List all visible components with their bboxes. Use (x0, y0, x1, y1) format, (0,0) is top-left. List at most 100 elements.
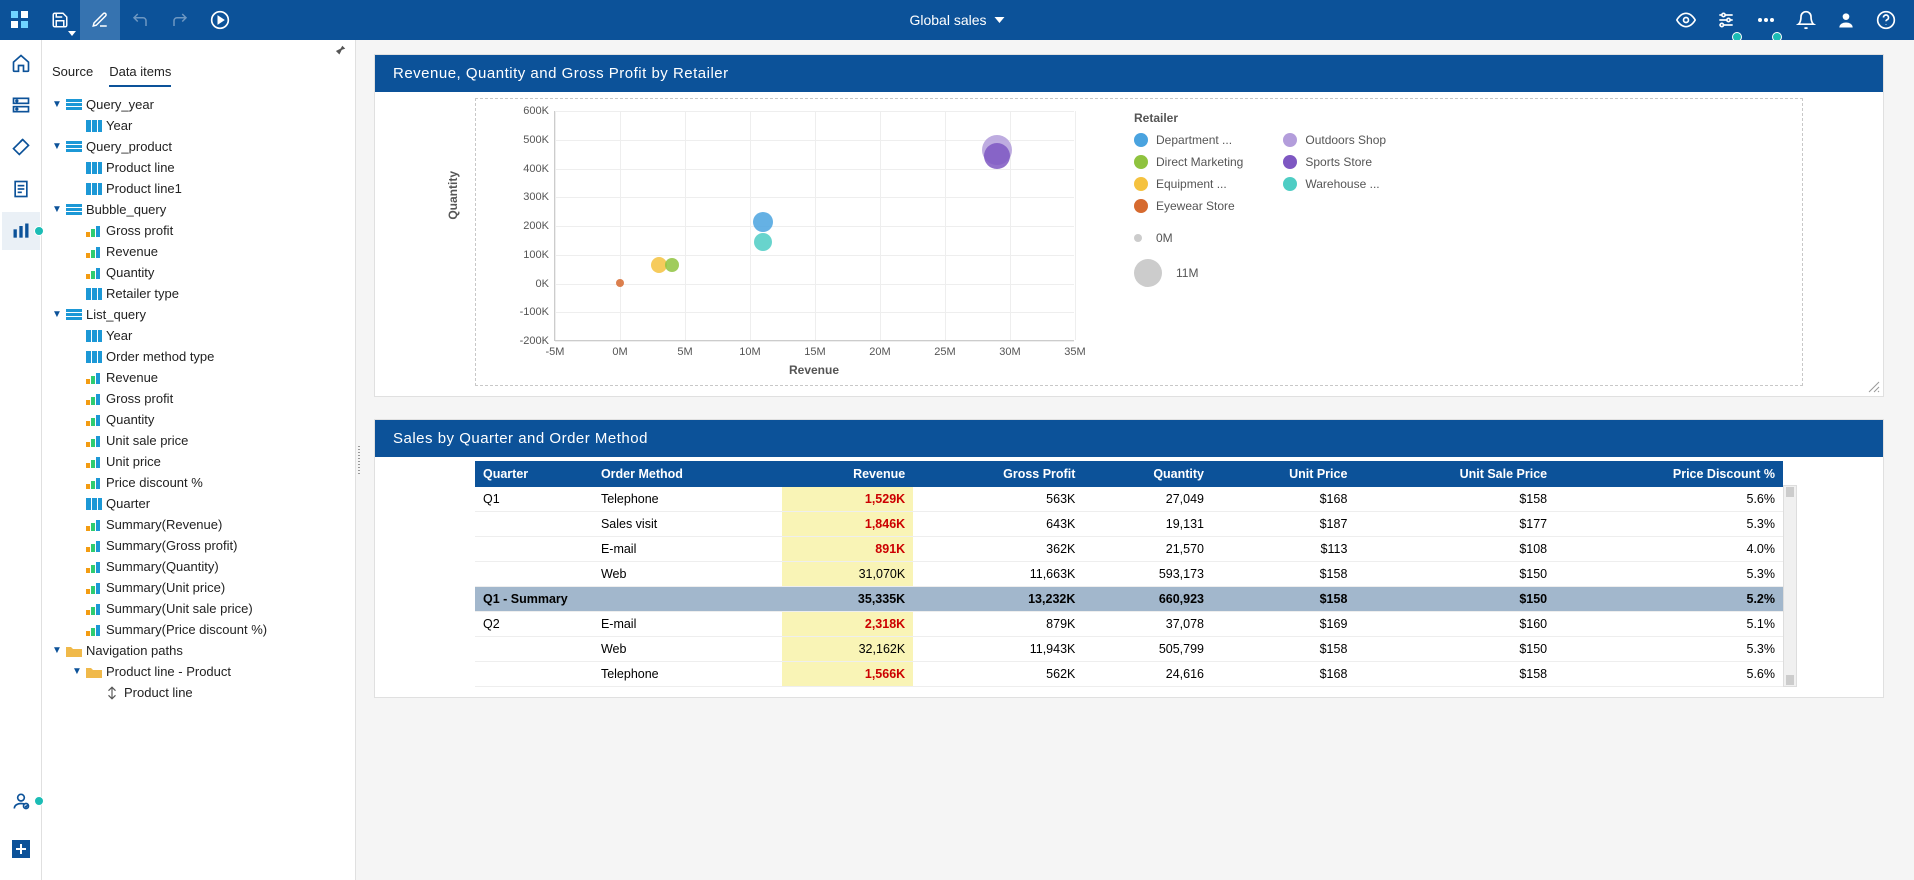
rail-add-icon[interactable] (2, 830, 40, 868)
tree-item[interactable]: Order method type (48, 346, 351, 367)
redo-button[interactable] (160, 0, 200, 40)
tree-item[interactable]: Quantity (48, 262, 351, 283)
chart-bubble[interactable] (753, 212, 773, 232)
tree-item[interactable]: Retailer type (48, 283, 351, 304)
tree-twisty[interactable] (70, 266, 84, 280)
tree-twisty[interactable] (70, 476, 84, 490)
legend-item[interactable]: Department ... (1134, 133, 1243, 147)
tree-twisty[interactable] (70, 455, 84, 469)
tree-twisty[interactable] (70, 119, 84, 133)
legend-item[interactable]: Warehouse ... (1283, 177, 1386, 191)
table-header[interactable]: Quarter (475, 461, 593, 487)
tree-item[interactable]: Unit price (48, 451, 351, 472)
table-scrollbar[interactable] (1783, 485, 1797, 687)
run-button[interactable] (200, 0, 240, 40)
tree-twisty[interactable] (70, 560, 84, 574)
tree-item[interactable]: Summary(Quantity) (48, 556, 351, 577)
tree-twisty[interactable] (70, 350, 84, 364)
preview-icon[interactable] (1666, 0, 1706, 40)
tree-twisty[interactable] (70, 602, 84, 616)
legend-item[interactable]: Outdoors Shop (1283, 133, 1386, 147)
tree-twisty[interactable] (70, 287, 84, 301)
tree-twisty[interactable] (70, 581, 84, 595)
tree-item[interactable]: Product line (48, 157, 351, 178)
app-launcher-icon[interactable] (0, 0, 40, 40)
table-header[interactable]: Unit Sale Price (1355, 461, 1555, 487)
chart-bubble[interactable] (984, 143, 1010, 169)
chart-body[interactable]: Quantity 600K500K400K300K200K100K0K-100K… (375, 92, 1883, 396)
rail-pages-icon[interactable] (2, 170, 40, 208)
tree-item[interactable]: Unit sale price (48, 430, 351, 451)
chart-bubble[interactable] (754, 233, 772, 251)
tree-item[interactable]: Gross profit (48, 388, 351, 409)
tree-item[interactable]: Revenue (48, 367, 351, 388)
tree-twisty[interactable] (70, 623, 84, 637)
legend-item[interactable]: Sports Store (1283, 155, 1386, 169)
tree-twisty[interactable] (70, 182, 84, 196)
edit-button[interactable] (80, 0, 120, 40)
tree-item[interactable]: Year (48, 325, 351, 346)
table-header[interactable]: Quantity (1083, 461, 1212, 487)
sales-table[interactable]: QuarterOrder MethodRevenueGross ProfitQu… (475, 461, 1783, 687)
tree-item[interactable]: ▼Navigation paths (48, 640, 351, 661)
report-title[interactable]: Global sales (909, 12, 1004, 28)
tree-twisty[interactable] (70, 371, 84, 385)
tree-item[interactable]: Year (48, 115, 351, 136)
table-row[interactable]: Sales visit1,846K643K19,131$187$1775.3% (475, 512, 1783, 537)
help-icon[interactable] (1866, 0, 1906, 40)
table-header[interactable]: Gross Profit (913, 461, 1083, 487)
table-row[interactable]: Q2E-mail2,318K879K37,078$169$1605.1% (475, 612, 1783, 637)
tree-twisty[interactable]: ▼ (50, 308, 64, 322)
user-icon[interactable] (1826, 0, 1866, 40)
tree-twisty[interactable] (70, 329, 84, 343)
table-header[interactable]: Unit Price (1212, 461, 1355, 487)
tree-twisty[interactable] (70, 413, 84, 427)
table-row[interactable]: E-mail891K362K21,570$113$1084.0% (475, 537, 1783, 562)
legend-item[interactable]: Eyewear Store (1134, 199, 1243, 213)
tree-item[interactable]: Quarter (48, 493, 351, 514)
tree-item[interactable]: Revenue (48, 241, 351, 262)
legend-item[interactable]: Equipment ... (1134, 177, 1243, 191)
table-row[interactable]: Telephone1,566K562K24,616$168$1585.6% (475, 662, 1783, 687)
tree-twisty[interactable]: ▼ (50, 140, 64, 154)
table-header[interactable]: Revenue (782, 461, 913, 487)
rail-validate-icon[interactable] (2, 782, 40, 820)
chart-bubble[interactable] (616, 279, 624, 287)
resize-handle-icon[interactable] (1867, 380, 1881, 394)
tree-item[interactable]: ▼Bubble_query (48, 199, 351, 220)
tree-twisty[interactable] (70, 161, 84, 175)
tree-item[interactable]: ▼List_query (48, 304, 351, 325)
table-row[interactable]: Q1 - Summary35,335K13,232K660,923$158$15… (475, 587, 1783, 612)
undo-button[interactable] (120, 0, 160, 40)
tree-twisty[interactable]: ▼ (50, 203, 64, 217)
tree-item[interactable]: Product line (48, 682, 351, 703)
tree-twisty[interactable]: ▼ (50, 644, 64, 658)
tree-item[interactable]: ▼Product line - Product (48, 661, 351, 682)
legend-item[interactable]: Direct Marketing (1134, 155, 1243, 169)
table-row[interactable]: Q1Telephone1,529K563K27,049$168$1585.6% (475, 487, 1783, 512)
notifications-icon[interactable] (1786, 0, 1826, 40)
tree-item[interactable]: Gross profit (48, 220, 351, 241)
tree-item[interactable]: Summary(Gross profit) (48, 535, 351, 556)
tree-item[interactable]: Summary(Revenue) (48, 514, 351, 535)
more-icon[interactable] (1746, 0, 1786, 40)
tree-twisty[interactable] (70, 245, 84, 259)
tree-item[interactable]: Summary(Unit sale price) (48, 598, 351, 619)
tree-item[interactable]: Quantity (48, 409, 351, 430)
tree-twisty[interactable]: ▼ (50, 98, 64, 112)
tree-item[interactable]: Summary(Unit price) (48, 577, 351, 598)
filter-settings-icon[interactable] (1706, 0, 1746, 40)
table-header[interactable]: Price Discount % (1555, 461, 1783, 487)
tree-item[interactable]: ▼Query_product (48, 136, 351, 157)
chart-bubble[interactable] (665, 258, 679, 272)
rail-home-icon[interactable] (2, 44, 40, 82)
tree-twisty[interactable] (70, 224, 84, 238)
tab-data-items[interactable]: Data items (109, 64, 171, 87)
tree-item[interactable]: ▼Query_year (48, 94, 351, 115)
tree-twisty[interactable] (70, 518, 84, 532)
table-row[interactable]: Web31,070K11,663K593,173$158$1505.3% (475, 562, 1783, 587)
tab-source[interactable]: Source (52, 64, 93, 87)
tree-twisty[interactable] (70, 539, 84, 553)
tree-twisty[interactable] (88, 686, 102, 700)
rail-queries-icon[interactable] (2, 212, 40, 250)
